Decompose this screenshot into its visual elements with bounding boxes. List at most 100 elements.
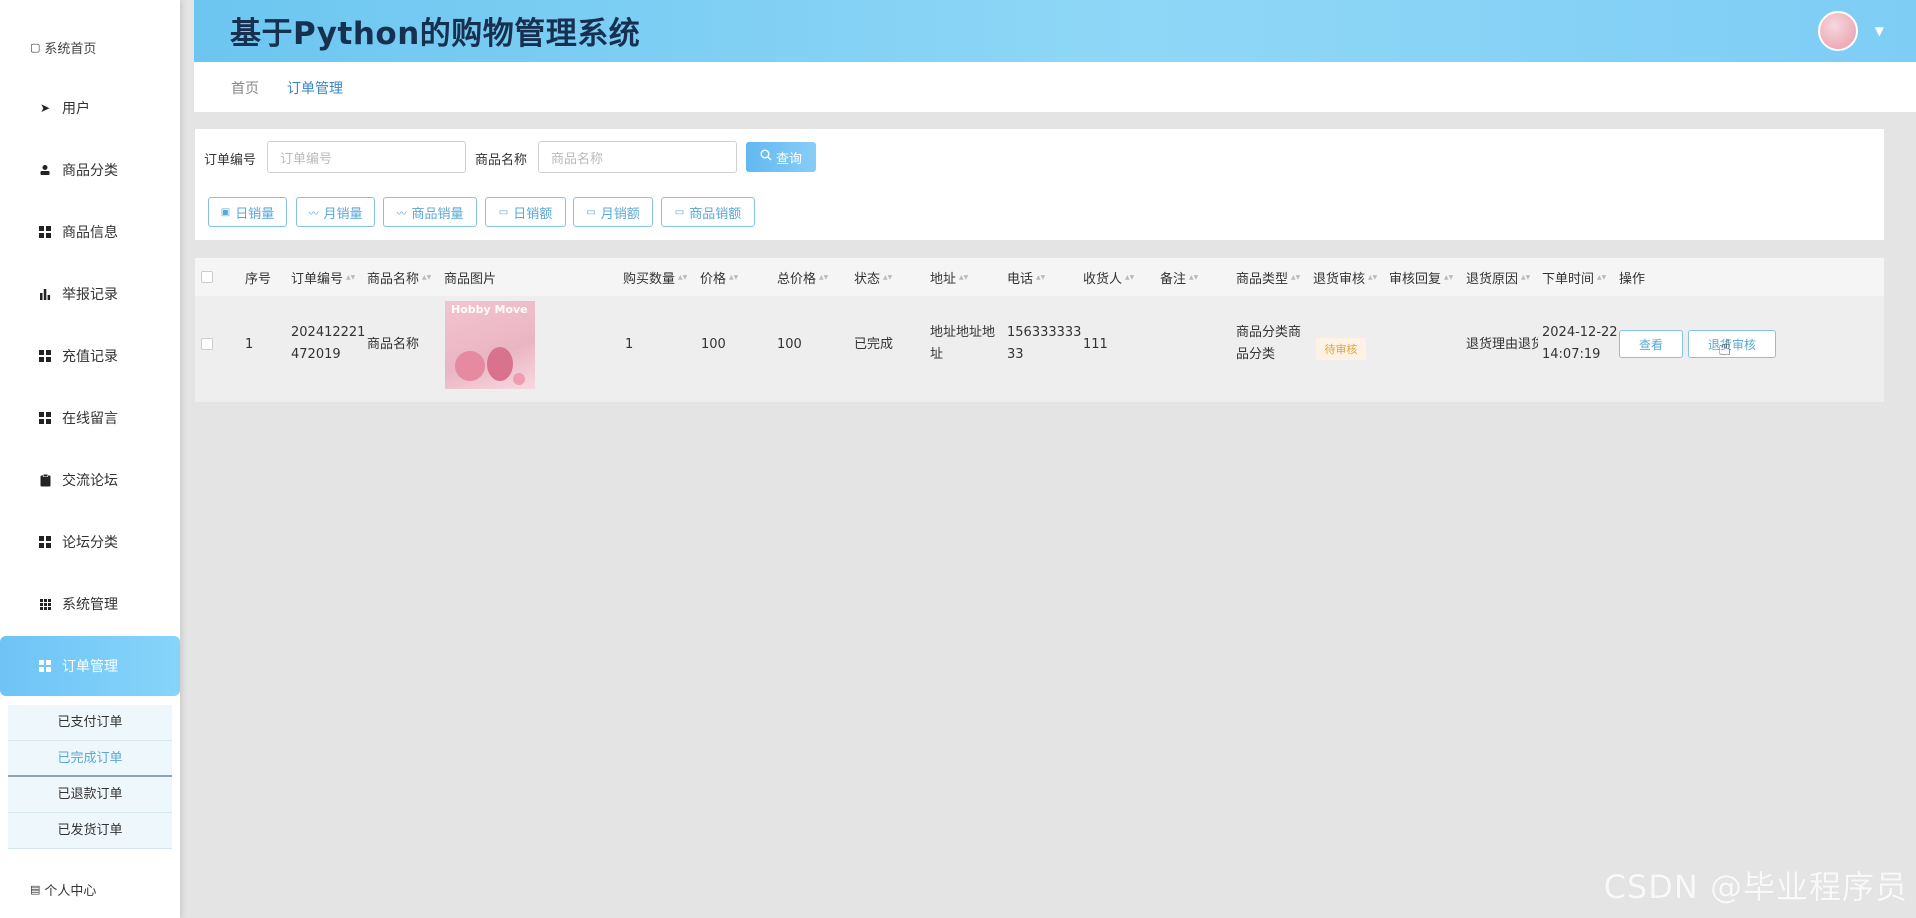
chevron-down-icon[interactable]: ▼ bbox=[1875, 24, 1884, 38]
filter-panel: 订单编号 订单编号 商品名称 商品名称 查询 ▣ 日销量 〰 月销量 〰 商品销… bbox=[195, 129, 1884, 240]
submenu-paid-orders[interactable]: 已支付订单 bbox=[8, 705, 172, 741]
grid9-icon bbox=[38, 597, 52, 611]
sort-icon: ▲▼ bbox=[422, 273, 432, 281]
card-icon: ▭ bbox=[674, 206, 685, 218]
sidebar-item-label: 订单管理 bbox=[62, 659, 118, 675]
product-image[interactable]: Hobby Move bbox=[445, 301, 535, 389]
col-review-reply[interactable]: 审核回复 ▲▼ bbox=[1389, 268, 1453, 287]
button-label: 月销量 bbox=[323, 206, 363, 222]
chart-icon: ▣ bbox=[220, 206, 231, 218]
product-sales-amount-button[interactable]: ▭ 商品销额 bbox=[661, 197, 755, 227]
col-total[interactable]: 总价格 ▲▼ bbox=[777, 268, 828, 287]
col-return-review[interactable]: 退货审核 ▲▼ bbox=[1313, 268, 1377, 287]
col-return-reason[interactable]: 退货原因 ▲▼ bbox=[1466, 268, 1530, 287]
watermark: CSDN @毕业程序员 bbox=[1603, 868, 1908, 906]
clipboard-icon bbox=[38, 473, 52, 487]
cell-index: 1 bbox=[245, 337, 254, 352]
col-order-no[interactable]: 订单编号 ▲▼ bbox=[291, 268, 355, 287]
sidebar-item-orders[interactable]: 订单管理 bbox=[0, 636, 180, 696]
sort-icon: ▲▼ bbox=[883, 273, 893, 281]
col-phone[interactable]: 电话 ▲▼ bbox=[1007, 268, 1045, 287]
breadcrumb-home[interactable]: 首页 bbox=[231, 78, 259, 98]
cell-return-reason: 退货理由退货 bbox=[1466, 337, 1538, 352]
monthly-sales-amount-button[interactable]: ▭ 月销额 bbox=[573, 197, 653, 227]
sidebar-item-recharge[interactable]: 充值记录 bbox=[0, 336, 180, 376]
cell-total: 100 bbox=[777, 337, 802, 352]
daily-sales-volume-button[interactable]: ▣ 日销量 bbox=[208, 197, 287, 227]
app-title: 基于Python的购物管理系统 bbox=[230, 16, 641, 52]
col-product-image: 商品图片 bbox=[444, 272, 497, 287]
sidebar-item-product-info[interactable]: 商品信息 bbox=[0, 212, 180, 252]
avatar[interactable] bbox=[1818, 11, 1858, 51]
sidebar-item-product-category[interactable]: 商品分类 bbox=[0, 150, 180, 190]
search-icon bbox=[760, 149, 772, 165]
col-product-type[interactable]: 商品类型 ▲▼ bbox=[1236, 268, 1300, 287]
user-icon bbox=[38, 163, 52, 177]
sidebar-item-label: 商品信息 bbox=[62, 225, 118, 241]
order-no-label: 订单编号 bbox=[204, 153, 257, 168]
col-quantity[interactable]: 购买数量 ▲▼ bbox=[623, 268, 687, 287]
breadcrumb-current: 订单管理 bbox=[287, 81, 343, 97]
status-badge: 待审核 bbox=[1316, 338, 1366, 360]
button-label: 月销额 bbox=[600, 206, 640, 222]
cell-address: 地址地址地址 bbox=[930, 325, 996, 362]
sidebar-item-messages[interactable]: 在线留言 bbox=[0, 398, 180, 438]
cell-order-no: 202412221 472019 bbox=[291, 325, 366, 362]
col-remark[interactable]: 备注 ▲▼ bbox=[1160, 268, 1198, 287]
sidebar-item-reports[interactable]: 举报记录 bbox=[0, 274, 180, 314]
select-all-checkbox[interactable] bbox=[201, 271, 213, 283]
col-address[interactable]: 地址 ▲▼ bbox=[930, 268, 968, 287]
sidebar-item-label: 系统首页 bbox=[44, 42, 97, 57]
sidebar-item-home[interactable]: ▢ 系统首页 bbox=[30, 38, 96, 57]
sidebar-item-profile[interactable]: ▤ 个人中心 bbox=[30, 880, 96, 899]
col-actions: 操作 bbox=[1619, 272, 1646, 287]
sort-icon: ▲▼ bbox=[819, 273, 829, 281]
cell-order-time: 2024-12-22 14:07:19 bbox=[1542, 325, 1618, 362]
product-name-input[interactable]: 商品名称 bbox=[538, 141, 737, 173]
cell-price: 100 bbox=[701, 337, 726, 352]
sort-icon: ▲▼ bbox=[1368, 273, 1378, 281]
view-button[interactable]: 查看 bbox=[1619, 330, 1683, 358]
cell-product-type: 商品分类商 品分类 bbox=[1236, 325, 1302, 362]
sidebar-item-label: 交流论坛 bbox=[62, 473, 118, 489]
sidebar-item-system[interactable]: 系统管理 bbox=[0, 584, 180, 624]
orders-table: 序号 订单编号 ▲▼ 商品名称 ▲▼ 商品图片 购买数量 ▲▼ 价格 ▲▼ 总价格 ▲▼ … bbox=[195, 258, 1884, 402]
button-label: 日销额 bbox=[513, 206, 553, 222]
line-chart-icon: 〰 bbox=[396, 208, 407, 220]
cell-status: 已完成 bbox=[854, 337, 894, 352]
card-icon: ▭ bbox=[498, 206, 509, 218]
product-image-text: Hobby Move bbox=[451, 303, 528, 316]
order-no-input[interactable]: 订单编号 bbox=[267, 141, 466, 173]
sidebar-item-users[interactable]: ➤ 用户 bbox=[0, 88, 180, 128]
search-button[interactable]: 查询 bbox=[746, 142, 816, 172]
return-review-button[interactable]: 退货审核 bbox=[1688, 330, 1776, 358]
product-sales-volume-button[interactable]: 〰 商品销量 bbox=[383, 197, 477, 227]
monthly-sales-volume-button[interactable]: 〰 月销量 bbox=[296, 197, 375, 227]
sidebar-item-forum[interactable]: 交流论坛 bbox=[0, 460, 180, 500]
submenu-completed-orders[interactable]: 已完成订单 bbox=[8, 741, 172, 777]
product-name-label: 商品名称 bbox=[475, 153, 528, 168]
card-icon: ▭ bbox=[586, 206, 596, 218]
daily-sales-amount-button[interactable]: ▭ 日销额 bbox=[485, 197, 566, 227]
button-label: 日销量 bbox=[235, 206, 275, 222]
sidebar-item-label: 在线留言 bbox=[62, 411, 118, 427]
col-order-time[interactable]: 下单时间 ▲▼ bbox=[1542, 268, 1606, 287]
search-button-label: 查询 bbox=[775, 151, 802, 167]
submenu-refunded-orders[interactable]: 已退款订单 bbox=[8, 777, 172, 813]
sort-icon: ▲▼ bbox=[1597, 273, 1607, 281]
sidebar-item-forum-category[interactable]: 论坛分类 bbox=[0, 522, 180, 562]
col-product-name[interactable]: 商品名称 ▲▼ bbox=[367, 268, 431, 287]
col-status[interactable]: 状态 ▲▼ bbox=[854, 268, 892, 287]
submenu-shipped-orders[interactable]: 已发货订单 bbox=[8, 813, 172, 849]
col-receiver[interactable]: 收货人 ▲▼ bbox=[1083, 268, 1134, 287]
breadcrumb: 首页 订单管理 bbox=[194, 62, 1916, 112]
sidebar-item-label: 充值记录 bbox=[62, 349, 118, 365]
sort-icon: ▲▼ bbox=[1521, 273, 1531, 281]
sort-icon: ▲▼ bbox=[729, 273, 739, 281]
row-checkbox[interactable] bbox=[201, 338, 213, 350]
home-icon: ▢ bbox=[30, 41, 41, 54]
grid-icon bbox=[38, 349, 52, 363]
orders-submenu: 已支付订单 已完成订单 已退款订单 已发货订单 bbox=[8, 705, 172, 849]
col-price[interactable]: 价格 ▲▼ bbox=[700, 268, 738, 287]
sidebar-item-label: 商品分类 bbox=[62, 163, 118, 179]
